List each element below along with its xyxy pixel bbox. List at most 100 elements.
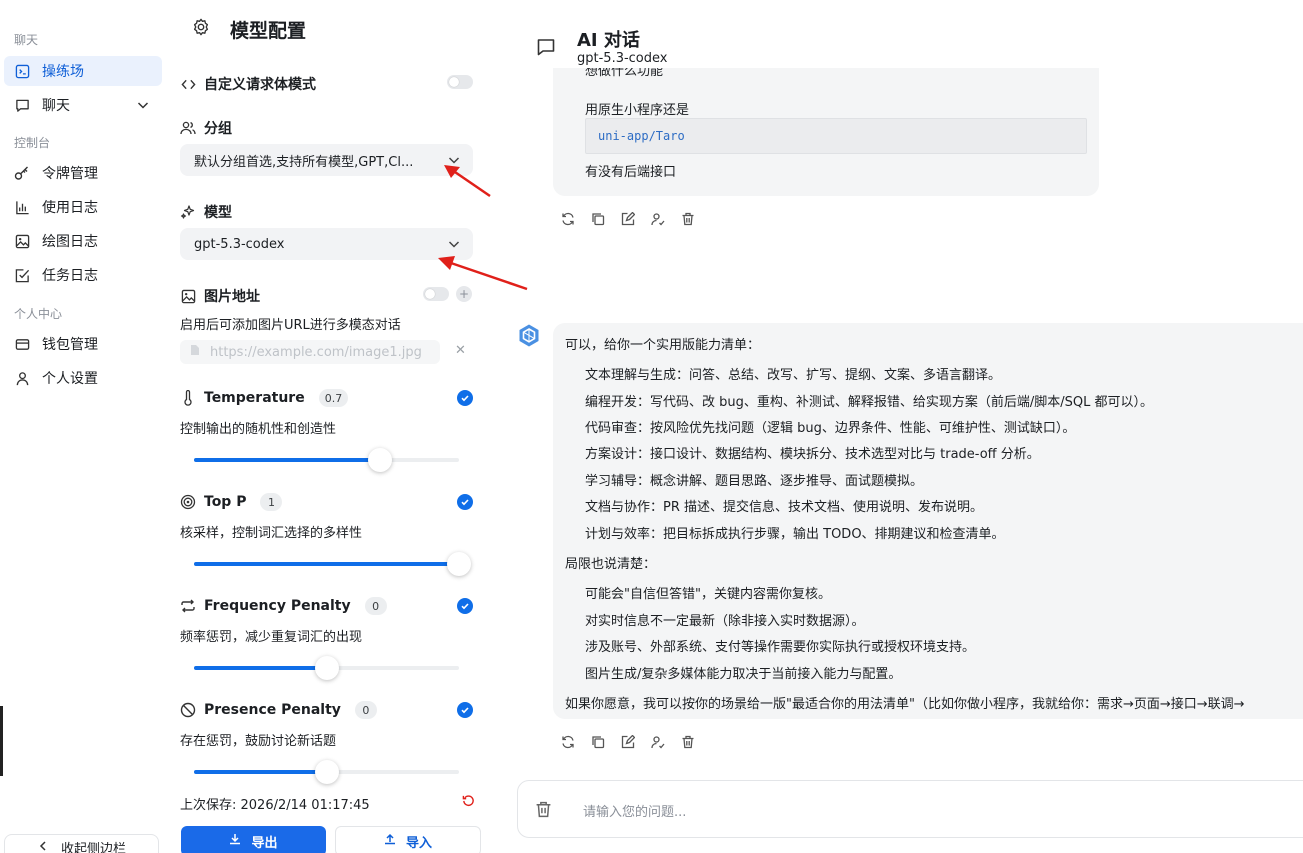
gear-icon bbox=[192, 18, 210, 41]
slider-thumb[interactable] bbox=[367, 448, 392, 472]
assistant-message: 想做什么功能 用原生小程序还是 uni-app/Taro 有没有后端接口 bbox=[553, 68, 1099, 196]
message-text: 可以，给你一个实用版能力清单： bbox=[565, 338, 761, 353]
image-url-placeholder: https://example.com/image1.jpg bbox=[210, 344, 422, 360]
chevron-down-icon bbox=[447, 237, 461, 255]
top-p-enabled-check[interactable] bbox=[457, 494, 473, 510]
slider-thumb[interactable] bbox=[314, 760, 339, 784]
sidebar: 聊天 操练场 聊天 控制台 令牌管理 使用日志 绘图日志 任务日志 个人中心 钱… bbox=[0, 0, 168, 853]
frequency-penalty-slider[interactable] bbox=[194, 656, 459, 680]
chat-input-placeholder: 请输入您的问题... bbox=[583, 805, 687, 820]
user-icon bbox=[14, 370, 30, 386]
presence-penalty-description: 存在惩罚，鼓励讨论新话题 bbox=[180, 734, 337, 749]
chat-input-bar[interactable]: 请输入您的问题... bbox=[517, 780, 1303, 838]
user-switch-icon[interactable] bbox=[650, 211, 666, 227]
upload-icon bbox=[384, 833, 396, 849]
list-item: 文本理解与生成：问答、总结、改写、扩写、提纲、文案、多语言翻译。 bbox=[585, 368, 1002, 383]
sidebar-item-playground[interactable]: 操练场 bbox=[4, 56, 162, 86]
trash-icon[interactable] bbox=[680, 211, 696, 227]
message-text: 有没有后端接口 bbox=[585, 165, 677, 180]
chat-title: AI 对话 bbox=[577, 30, 640, 51]
edit-icon[interactable] bbox=[620, 211, 636, 227]
list-item: 计划与效率：把目标拆成执行步骤，输出 TODO、排期建议和检查清单。 bbox=[585, 527, 1005, 542]
window-edge bbox=[0, 706, 3, 776]
model-label: 模型 bbox=[204, 205, 232, 221]
file-icon bbox=[190, 344, 200, 360]
chat-model-name: gpt-5.3-codex bbox=[577, 51, 668, 66]
list-item: 图片生成/复杂多媒体能力取决于当前接入能力与配置。 bbox=[585, 667, 902, 682]
panel-header: 模型配置 bbox=[192, 16, 306, 43]
edit-icon[interactable] bbox=[620, 734, 636, 750]
list-item: 方案设计：接口设计、数据结构、模块拆分、技术选型对比与 trade-off 分析… bbox=[585, 447, 1040, 462]
sidebar-item-chat[interactable]: 聊天 bbox=[4, 90, 162, 120]
sidebar-item-task-logs[interactable]: 任务日志 bbox=[4, 260, 162, 290]
group-label: 分组 bbox=[204, 121, 232, 137]
image-url-input[interactable]: https://example.com/image1.jpg bbox=[180, 340, 440, 364]
sidebar-item-label: 个人设置 bbox=[42, 371, 98, 387]
import-button[interactable]: 导入 bbox=[335, 826, 481, 853]
custom-body-toggle[interactable] bbox=[447, 75, 473, 89]
sidebar-item-label: 钱包管理 bbox=[42, 337, 98, 353]
users-icon bbox=[180, 120, 196, 136]
export-label: 导出 bbox=[251, 835, 278, 851]
image-url-toggle[interactable] bbox=[423, 287, 449, 301]
inline-code-block: uni-app/Taro bbox=[585, 118, 1087, 154]
user-switch-icon[interactable] bbox=[650, 734, 666, 750]
frequency-penalty-value-badge: 0 bbox=[364, 597, 387, 615]
list-item: 对实时信息不一定最新（除非接入实时数据源）。 bbox=[585, 614, 865, 629]
reset-icon[interactable] bbox=[462, 794, 475, 811]
regenerate-icon[interactable] bbox=[560, 734, 576, 750]
group-select-value: 默认分组首选,支持所有模型,GPT,Cl... bbox=[194, 154, 414, 170]
trash-icon[interactable] bbox=[680, 734, 696, 750]
list-item: 学习辅导：概念讲解、题目思路、逐步推导、面试题模拟。 bbox=[585, 474, 924, 489]
message-actions bbox=[560, 734, 696, 750]
temperature-enabled-check[interactable] bbox=[457, 390, 473, 406]
slider-fill bbox=[194, 562, 459, 566]
sidebar-item-usage-logs[interactable]: 使用日志 bbox=[4, 192, 162, 222]
sidebar-item-tokens[interactable]: 令牌管理 bbox=[4, 158, 162, 188]
temperature-value-badge: 0.7 bbox=[318, 389, 349, 407]
wallet-icon bbox=[14, 336, 30, 352]
sidebar-item-settings[interactable]: 个人设置 bbox=[4, 363, 162, 393]
list-item: 编程开发：写代码、改 bug、重构、补测试、解释报错、给实现方案（前后端/脚本/… bbox=[585, 395, 1153, 410]
copy-icon[interactable] bbox=[590, 734, 606, 750]
export-button[interactable]: 导出 bbox=[181, 826, 326, 853]
model-row: 模型 bbox=[180, 202, 232, 222]
sidebar-item-draw-logs[interactable]: 绘图日志 bbox=[4, 226, 162, 256]
image-icon bbox=[14, 233, 30, 249]
model-select[interactable]: gpt-5.3-codex bbox=[180, 228, 473, 260]
sidebar-item-wallet[interactable]: 钱包管理 bbox=[4, 329, 162, 359]
collapse-sidebar-button[interactable]: 收起侧边栏 bbox=[4, 834, 159, 853]
model-config-panel: 模型配置 自定义请求体模式 分组 默认分组首选,支持所有模型,GPT,Cl...… bbox=[168, 0, 492, 853]
chevron-down-icon[interactable] bbox=[136, 98, 150, 116]
sidebar-item-label: 聊天 bbox=[42, 98, 70, 114]
frequency-penalty-description: 频率惩罚，减少重复词汇的出现 bbox=[180, 630, 363, 645]
group-row: 分组 bbox=[180, 118, 232, 138]
list-item: 代码审查：按风险优先找问题（逻辑 bug、边界条件、性能、可维护性、测试缺口）。 bbox=[585, 421, 1076, 436]
sparkle-icon bbox=[180, 204, 196, 220]
slider-thumb[interactable] bbox=[447, 552, 471, 576]
top-p-slider[interactable] bbox=[194, 552, 471, 576]
regenerate-icon[interactable] bbox=[560, 211, 576, 227]
frequency-penalty-label: Frequency Penalty bbox=[204, 598, 351, 614]
message-text: 如果你愿意，我可以按你的场景给一版"最适合你的用法清单"（比如你做小程序，我就给… bbox=[565, 697, 1245, 712]
image-url-description: 启用后可添加图片URL进行多模态对话 bbox=[180, 318, 401, 333]
message-text: 用原生小程序还是 bbox=[585, 103, 690, 118]
nav-section-chat: 聊天 bbox=[14, 33, 39, 47]
sidebar-item-label: 操练场 bbox=[42, 64, 84, 80]
temperature-slider[interactable] bbox=[194, 448, 459, 472]
copy-icon[interactable] bbox=[590, 211, 606, 227]
add-image-icon[interactable]: + bbox=[456, 286, 472, 302]
sidebar-item-label: 令牌管理 bbox=[42, 166, 98, 182]
presence-penalty-slider[interactable] bbox=[194, 760, 459, 784]
slider-fill bbox=[194, 666, 327, 670]
chevron-left-icon bbox=[37, 840, 49, 853]
clear-chat-icon[interactable] bbox=[535, 801, 552, 822]
page-title: 模型配置 bbox=[230, 20, 307, 42]
list-item: 可能会"自信但答错"，关键内容需你复核。 bbox=[585, 587, 831, 602]
presence-penalty-enabled-check[interactable] bbox=[457, 702, 473, 718]
clear-icon[interactable]: ✕ bbox=[455, 343, 466, 358]
group-select[interactable]: 默认分组首选,支持所有模型,GPT,Cl... bbox=[180, 144, 473, 176]
slider-fill bbox=[194, 458, 380, 462]
frequency-penalty-enabled-check[interactable] bbox=[457, 598, 473, 614]
slider-thumb[interactable] bbox=[314, 656, 339, 680]
